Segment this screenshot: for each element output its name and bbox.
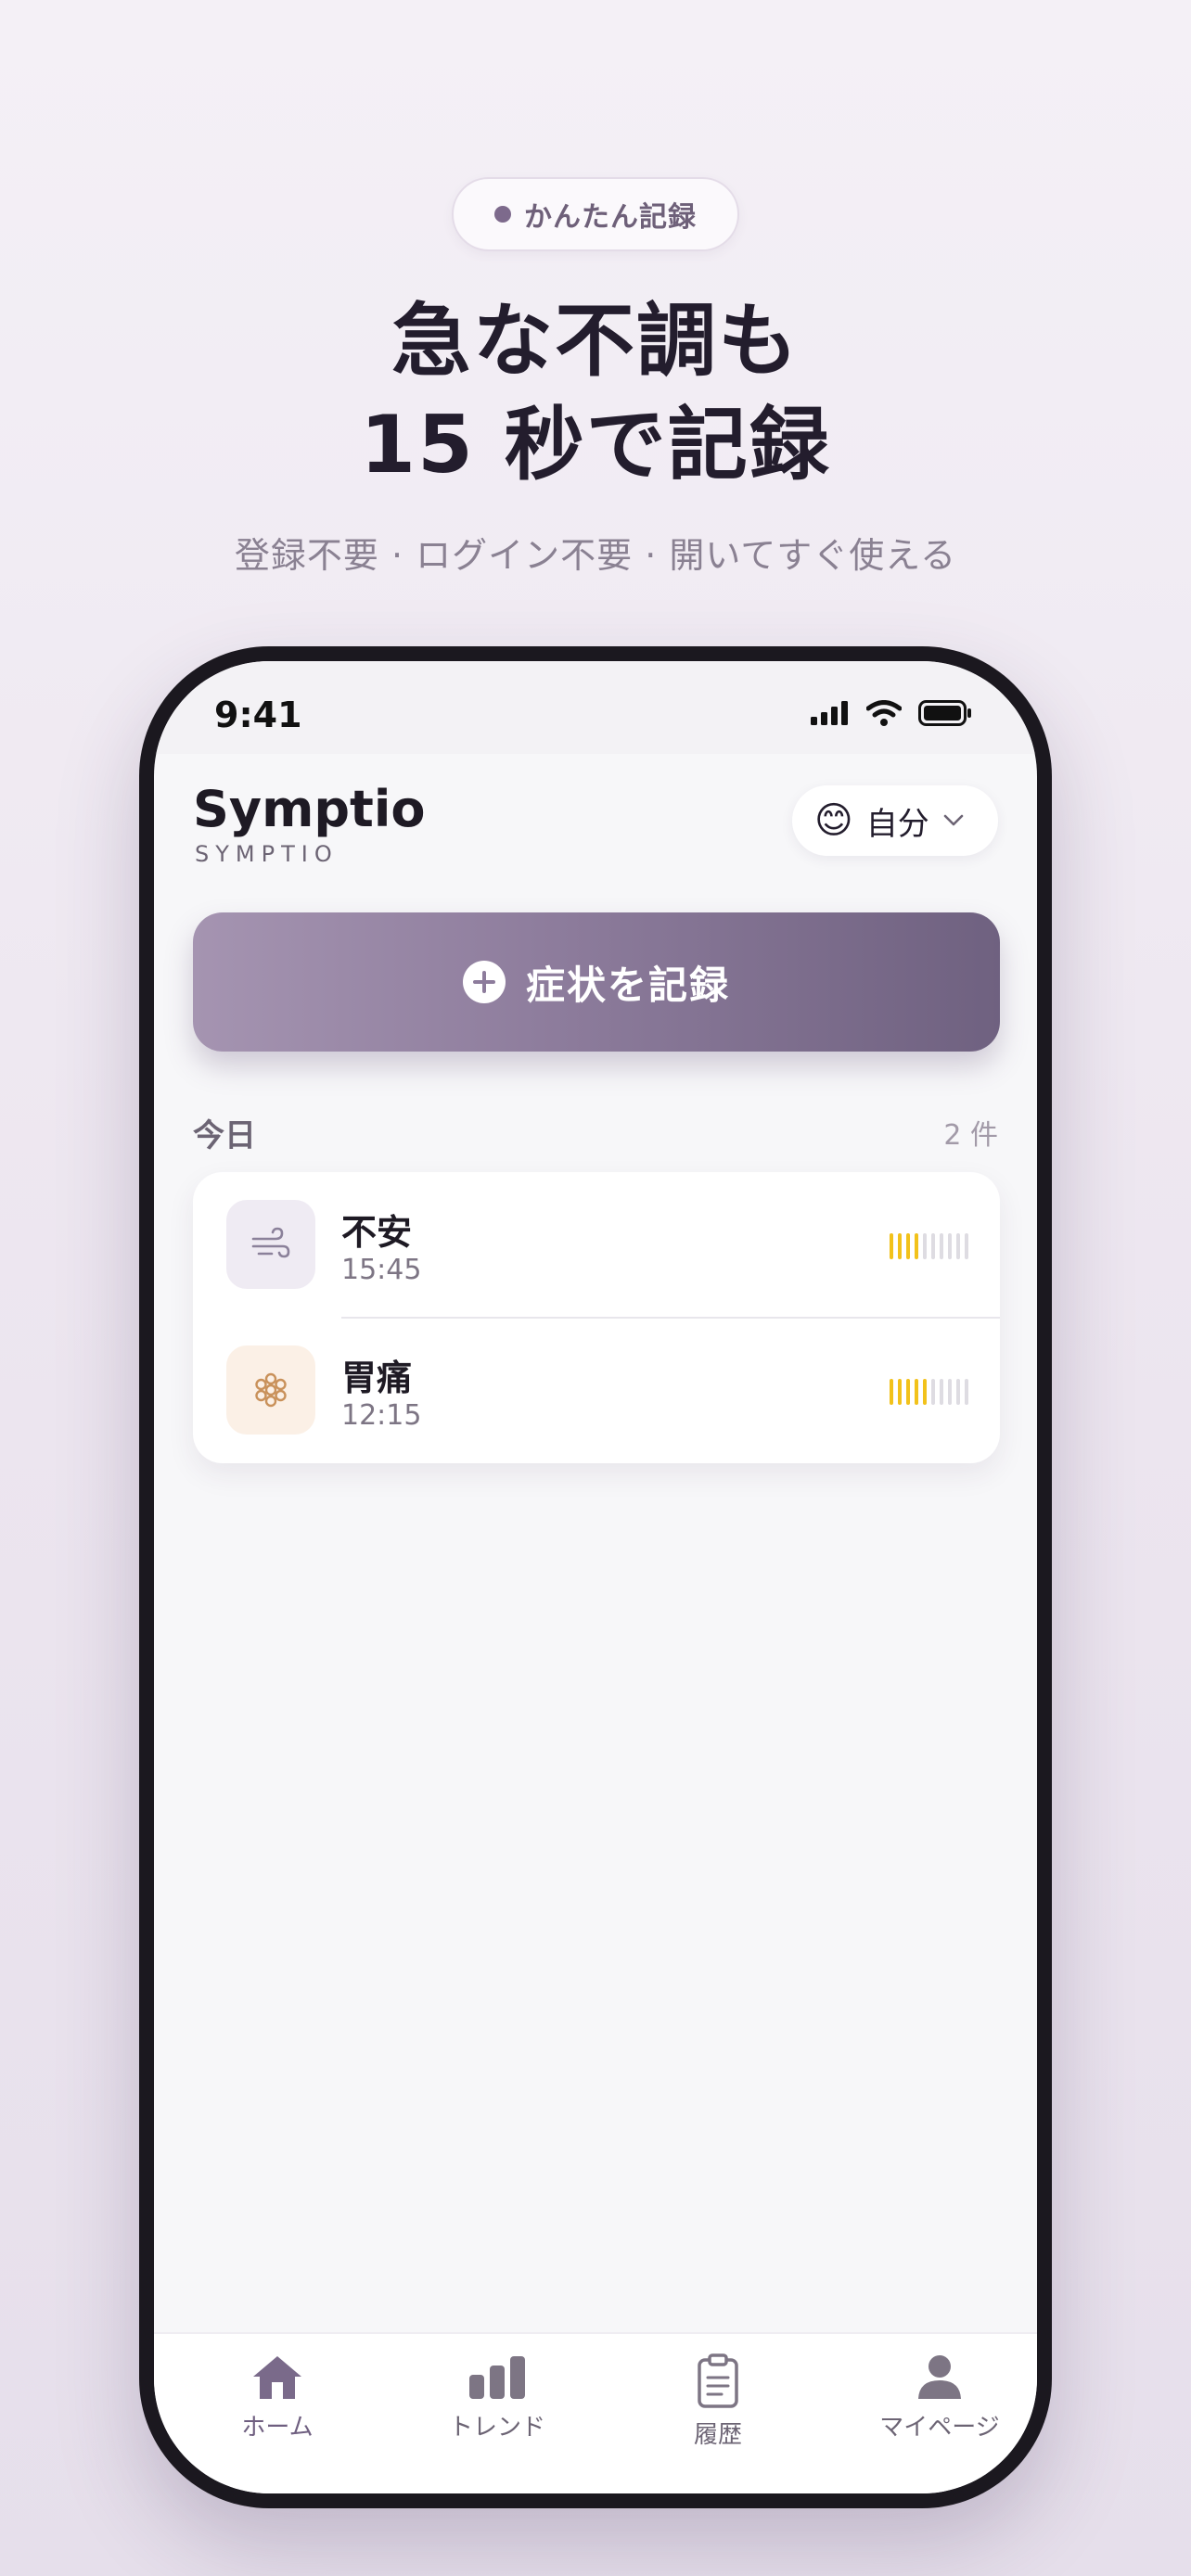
feature-badge: かんたん記録	[452, 177, 739, 251]
entry-title: 胃痛	[341, 1358, 413, 1398]
tab-label: マイページ	[879, 2414, 1000, 2442]
entry-time: 15:45	[341, 1254, 422, 1286]
signal-icon	[811, 701, 848, 725]
badge-dot-icon	[494, 206, 511, 223]
severity-bar-empty	[923, 1233, 927, 1259]
tab-label: トレンド	[448, 2414, 545, 2442]
severity-meter	[890, 1379, 968, 1405]
tab-history[interactable]: 履歴	[639, 2353, 797, 2450]
list-item[interactable]: 不安 15:45	[193, 1172, 1000, 1318]
smiley-face-icon: 😊	[814, 799, 853, 842]
tab-mypage[interactable]: マイページ	[861, 2353, 1018, 2442]
severity-bar-empty	[965, 1379, 968, 1405]
severity-bar-empty	[931, 1233, 935, 1259]
tab-label: ホーム	[241, 2414, 314, 2442]
severity-bar-empty	[965, 1233, 968, 1259]
headline-line-1: 急な不調も	[391, 295, 800, 388]
record-symptom-button[interactable]: 症状を記録	[193, 912, 1000, 1052]
severity-bar-filled	[898, 1233, 902, 1259]
status-bar: 9:41	[154, 661, 1037, 754]
chevron-down-icon	[943, 814, 964, 826]
status-time: 9:41	[214, 695, 302, 735]
severity-bar-filled	[890, 1379, 893, 1405]
app-title: Symptio	[193, 780, 426, 838]
home-icon	[253, 2356, 301, 2399]
app-screen: 9:41 Symptio SYMPTIO 😊 自分 症状を記録 今日 2 件 不…	[154, 661, 1037, 2493]
severity-bar-empty	[948, 1233, 952, 1259]
severity-bar-filled	[923, 1379, 927, 1405]
profile-name: 自分	[865, 805, 929, 843]
severity-bar-filled	[890, 1233, 893, 1259]
severity-bar-filled	[915, 1379, 918, 1405]
severity-bar-filled	[898, 1379, 902, 1405]
person-icon	[918, 2355, 961, 2399]
severity-bar-filled	[915, 1233, 918, 1259]
tab-label: 履歴	[693, 2421, 742, 2449]
severity-bar-empty	[931, 1379, 935, 1405]
severity-bar-empty	[956, 1233, 960, 1259]
headline-line-2: 15 秒で記録	[360, 399, 831, 491]
subline: 登録不要 · ログイン不要 · 開いてすぐ使える	[234, 535, 957, 576]
severity-bar-empty	[940, 1233, 943, 1259]
phone-frame: 9:41 Symptio SYMPTIO 😊 自分 症状を記録 今日 2 件 不…	[139, 646, 1052, 2508]
severity-bar-filled	[906, 1233, 910, 1259]
record-button-label: 症状を記録	[525, 962, 730, 1008]
entry-time: 12:15	[341, 1399, 422, 1432]
bar-chart-icon	[469, 2356, 525, 2399]
status-icons	[811, 700, 972, 726]
tab-trend[interactable]: トレンド	[418, 2353, 576, 2442]
severity-bar-empty	[956, 1379, 960, 1405]
severity-bar-empty	[948, 1379, 952, 1405]
badge-label: かんたん記録	[524, 201, 697, 234]
severity-bar-filled	[906, 1379, 910, 1405]
app-subtitle: SYMPTIO	[195, 841, 339, 867]
tab-home[interactable]: ホーム	[198, 2353, 356, 2442]
headline: 急な不調も 15 秒で記録	[0, 289, 1191, 497]
entry-title: 不安	[341, 1212, 413, 1253]
entry-count: 2 件	[943, 1119, 998, 1152]
plus-circle-icon	[462, 961, 506, 1003]
severity-bar-empty	[940, 1379, 943, 1405]
clipboard-icon	[698, 2353, 738, 2408]
list-item[interactable]: 胃痛 12:15	[193, 1318, 1000, 1463]
today-entries-card: 不安 15:45 胃痛 12:15	[193, 1172, 1000, 1463]
wind-icon	[226, 1200, 315, 1289]
battery-icon	[918, 700, 971, 726]
tab-bar: ホーム トレンド 履歴 マイページ	[154, 2332, 1037, 2493]
severity-meter	[890, 1233, 968, 1259]
flower-icon	[226, 1345, 315, 1435]
section-title-today: 今日	[193, 1117, 256, 1154]
wifi-icon	[866, 700, 902, 726]
profile-switcher-button[interactable]: 😊 自分	[792, 785, 998, 856]
